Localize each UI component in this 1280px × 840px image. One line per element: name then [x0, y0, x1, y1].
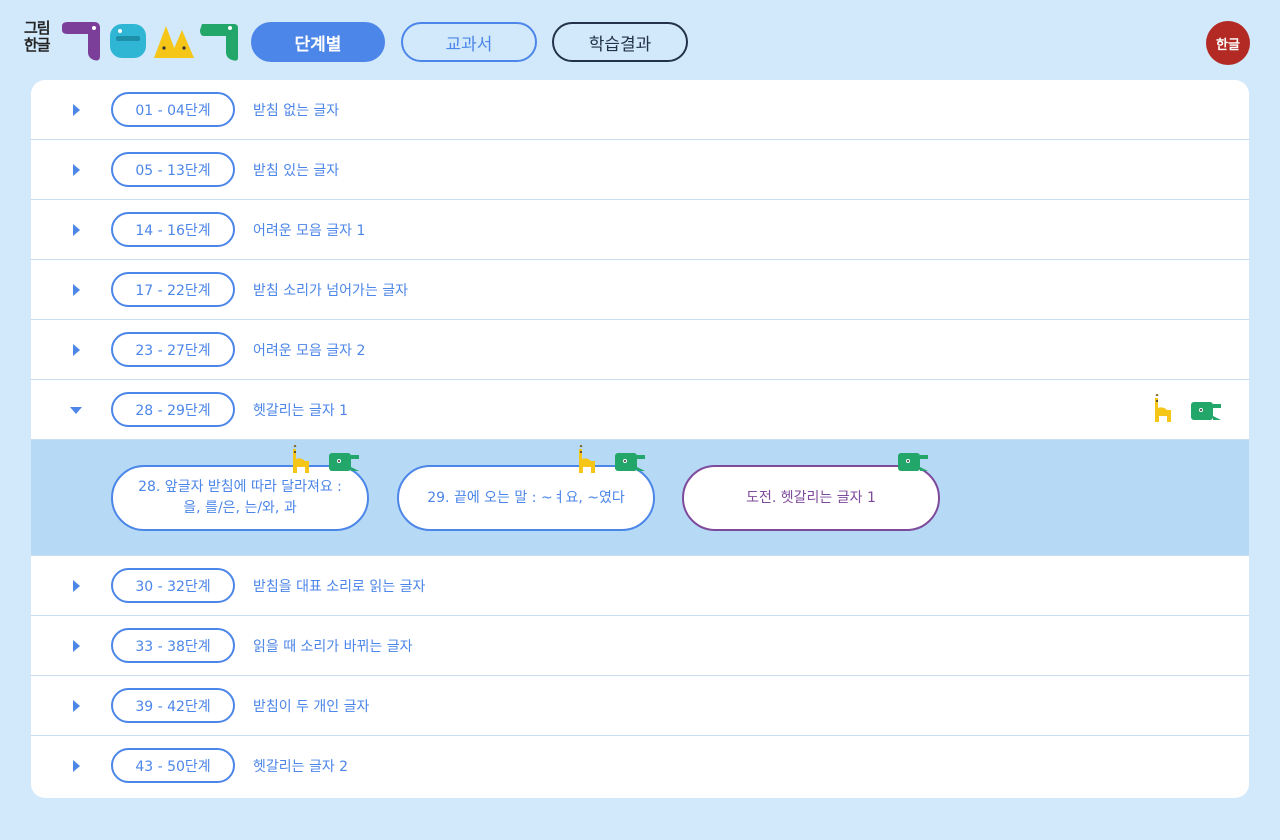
stage-row[interactable]: 14 - 16단계 어려운 모음 글자 1 [31, 200, 1249, 260]
lesson-text: 29. 끝에 오는 말 : ~ㅕ요, ~였다 [427, 488, 625, 509]
stage-row[interactable]: 39 - 42단계 받침이 두 개인 글자 [31, 676, 1249, 736]
caret-right-icon[interactable] [69, 103, 83, 117]
crocodile-character-icon [1191, 402, 1221, 420]
caret-right-icon[interactable] [69, 283, 83, 297]
lesson-text: 도전. 헷갈리는 글자 1 [746, 488, 876, 509]
stage-title: 어려운 모음 글자 2 [253, 343, 366, 359]
stage-range-pill[interactable]: 28 - 29단계 [111, 392, 235, 427]
app-logo[interactable]: 그림한글 [24, 18, 239, 64]
logo-characters-icon [62, 22, 238, 61]
caret-right-icon[interactable] [69, 699, 83, 713]
crocodile-character-icon [329, 453, 359, 471]
stage-row[interactable]: 33 - 38단계 읽을 때 소리가 바뀌는 글자 [31, 616, 1249, 676]
caret-right-icon[interactable] [69, 163, 83, 177]
stage-range-pill[interactable]: 30 - 32단계 [111, 568, 235, 603]
stage-row[interactable]: 05 - 13단계 받침 있는 글자 [31, 140, 1249, 200]
stage-title: 헷갈리는 글자 1 [253, 403, 349, 419]
stage-title: 받침 없는 글자 [253, 103, 340, 119]
stage-range-pill[interactable]: 05 - 13단계 [111, 152, 235, 187]
crocodile-character-icon [615, 453, 645, 471]
lesson-progress-icons [896, 445, 936, 477]
caret-right-icon[interactable] [69, 639, 83, 653]
nav-results-button[interactable]: 학습결과 [552, 22, 688, 62]
stage-range-pill[interactable]: 43 - 50단계 [111, 748, 235, 783]
stage-title: 읽을 때 소리가 바뀌는 글자 [253, 639, 413, 655]
expanded-lessons-area: 28. 앞글자 받침에 따라 달라져요 : 을, 를/은, 는/와, 과 29. … [31, 440, 1249, 556]
stage-row[interactable]: 30 - 32단계 받침을 대표 소리로 읽는 글자 [31, 556, 1249, 616]
stage-list: 01 - 04단계 받침 없는 글자 05 - 13단계 받침 있는 글자 14 - 1… [31, 80, 1249, 798]
language-button[interactable]: 한글 [1206, 21, 1250, 65]
stage-title: 헷갈리는 글자 2 [253, 759, 349, 775]
lesson-button[interactable]: 28. 앞글자 받침에 따라 달라져요 : 을, 를/은, 는/와, 과 [111, 443, 369, 531]
stage-row[interactable]: 28 - 29단계 헷갈리는 글자 1 [31, 380, 1249, 440]
stage-range-pill[interactable]: 01 - 04단계 [111, 92, 235, 127]
top-bar: 그림한글 단계별 교과서 학습결과 한글 [0, 0, 1280, 80]
giraffe-character-icon [293, 443, 309, 473]
nav-by-stage-button[interactable]: 단계별 [251, 22, 385, 62]
lesson-progress-icons [573, 443, 653, 477]
nav-textbook-button[interactable]: 교과서 [401, 22, 537, 62]
challenge-lesson-button[interactable]: 도전. 헷갈리는 글자 1 [682, 453, 940, 531]
giraffe-character-icon [1155, 392, 1171, 422]
crocodile-character-icon [898, 453, 928, 471]
stage-range-pill[interactable]: 33 - 38단계 [111, 628, 235, 663]
stage-range-pill[interactable]: 17 - 22단계 [111, 272, 235, 307]
stage-row[interactable]: 43 - 50단계 헷갈리는 글자 2 [31, 736, 1249, 796]
stage-range-pill[interactable]: 14 - 16단계 [111, 212, 235, 247]
lesson-line-1: 도전. 헷갈리는 글자 1 [746, 489, 876, 506]
stage-title: 받침 있는 글자 [253, 163, 340, 179]
lesson-text: 28. 앞글자 받침에 따라 달라져요 : 을, 를/은, 는/와, 과 [138, 477, 342, 519]
giraffe-character-icon [579, 443, 595, 473]
lesson-line-1: 28. 앞글자 받침에 따라 달라져요 : [138, 479, 342, 495]
caret-right-icon[interactable] [69, 759, 83, 773]
caret-down-icon[interactable] [69, 403, 83, 417]
stage-progress-icons [1149, 392, 1225, 426]
stage-title: 받침이 두 개인 글자 [253, 699, 370, 715]
stage-row[interactable]: 01 - 04단계 받침 없는 글자 [31, 80, 1249, 140]
stage-title: 받침을 대표 소리로 읽는 글자 [253, 579, 426, 595]
stage-range-pill[interactable]: 23 - 27단계 [111, 332, 235, 367]
lesson-progress-icons [287, 443, 367, 477]
lesson-button[interactable]: 29. 끝에 오는 말 : ~ㅕ요, ~였다 [397, 443, 655, 531]
stage-row[interactable]: 17 - 22단계 받침 소리가 넘어가는 글자 [31, 260, 1249, 320]
stage-range-pill[interactable]: 39 - 42단계 [111, 688, 235, 723]
caret-right-icon[interactable] [69, 343, 83, 357]
caret-right-icon[interactable] [69, 223, 83, 237]
stage-row[interactable]: 23 - 27단계 어려운 모음 글자 2 [31, 320, 1249, 380]
lesson-line-2: 을, 를/은, 는/와, 과 [183, 500, 297, 516]
logo-text: 그림한글 [24, 19, 51, 54]
stage-title: 받침 소리가 넘어가는 글자 [253, 283, 409, 299]
lesson-line-1: 29. 끝에 오는 말 : ~ㅕ요, ~였다 [427, 489, 625, 506]
caret-right-icon[interactable] [69, 579, 83, 593]
stage-title: 어려운 모음 글자 1 [253, 223, 366, 239]
